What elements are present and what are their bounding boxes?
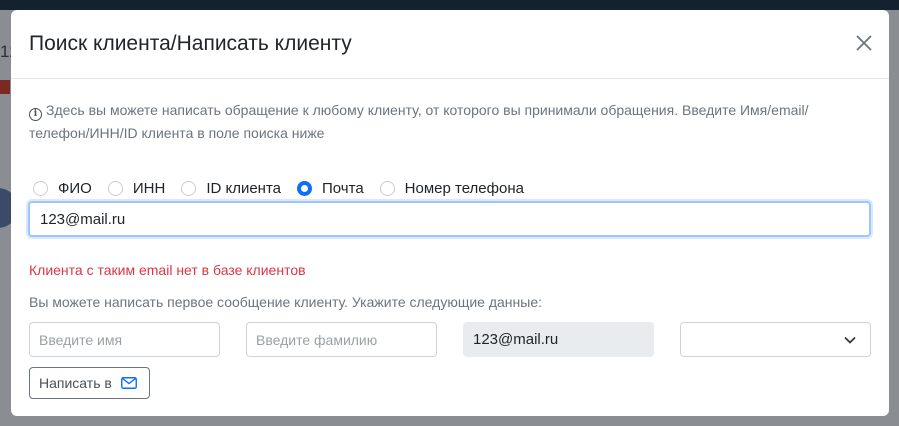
first-name-input[interactable] <box>29 322 220 357</box>
send-button-label: Написать в <box>39 375 112 391</box>
email-readonly-field <box>463 322 654 357</box>
radio-button[interactable] <box>379 180 395 196</box>
search-input[interactable] <box>28 201 871 237</box>
radio-label: ID клиента <box>206 179 282 197</box>
chevron-down-icon <box>844 336 856 344</box>
radio-phone[interactable]: Номер телефона <box>379 179 524 197</box>
radio-label: Почта <box>322 179 364 197</box>
radio-label: Номер телефона <box>404 179 524 197</box>
channel-select[interactable] <box>680 322 871 357</box>
envelope-icon <box>120 377 137 389</box>
info-icon: i <box>29 108 42 121</box>
radio-client-id[interactable]: ID клиента <box>181 180 281 197</box>
radio-label: ФИО <box>58 179 92 197</box>
radio-inn[interactable]: ИНН <box>107 179 166 197</box>
send-message-button[interactable]: Написать в <box>29 367 150 399</box>
background-topbar <box>0 0 899 10</box>
modal-title: Поиск клиента/Написать клиенту <box>29 32 352 55</box>
radio-fio[interactable]: ФИО <box>33 180 92 197</box>
info-message: i Здесь вы можете написать обращение к лю… <box>29 99 829 145</box>
last-name-input[interactable] <box>246 322 437 357</box>
modal-header: Поиск клиента/Написать клиенту <box>11 10 889 79</box>
radio-button[interactable] <box>181 180 197 196</box>
radio-button[interactable] <box>297 180 313 196</box>
radio-button[interactable] <box>33 180 48 196</box>
radio-label: ИНН <box>132 179 166 197</box>
search-type-group: ФИО ИНН ID клиента Почта Номер телефона <box>33 178 540 198</box>
error-message: Клиента с таким email нет в базе клиенто… <box>29 262 306 278</box>
hint-message: Вы можете написать первое сообщение клие… <box>29 294 542 310</box>
radio-button[interactable] <box>107 180 123 196</box>
close-icon[interactable] <box>855 34 873 52</box>
client-search-modal: Поиск клиента/Написать клиенту i Здесь вы… <box>11 10 889 416</box>
info-text: Здесь вы можете написать обращение к люб… <box>29 102 809 141</box>
radio-email[interactable]: Почта <box>297 180 364 197</box>
background-badge <box>0 80 10 94</box>
